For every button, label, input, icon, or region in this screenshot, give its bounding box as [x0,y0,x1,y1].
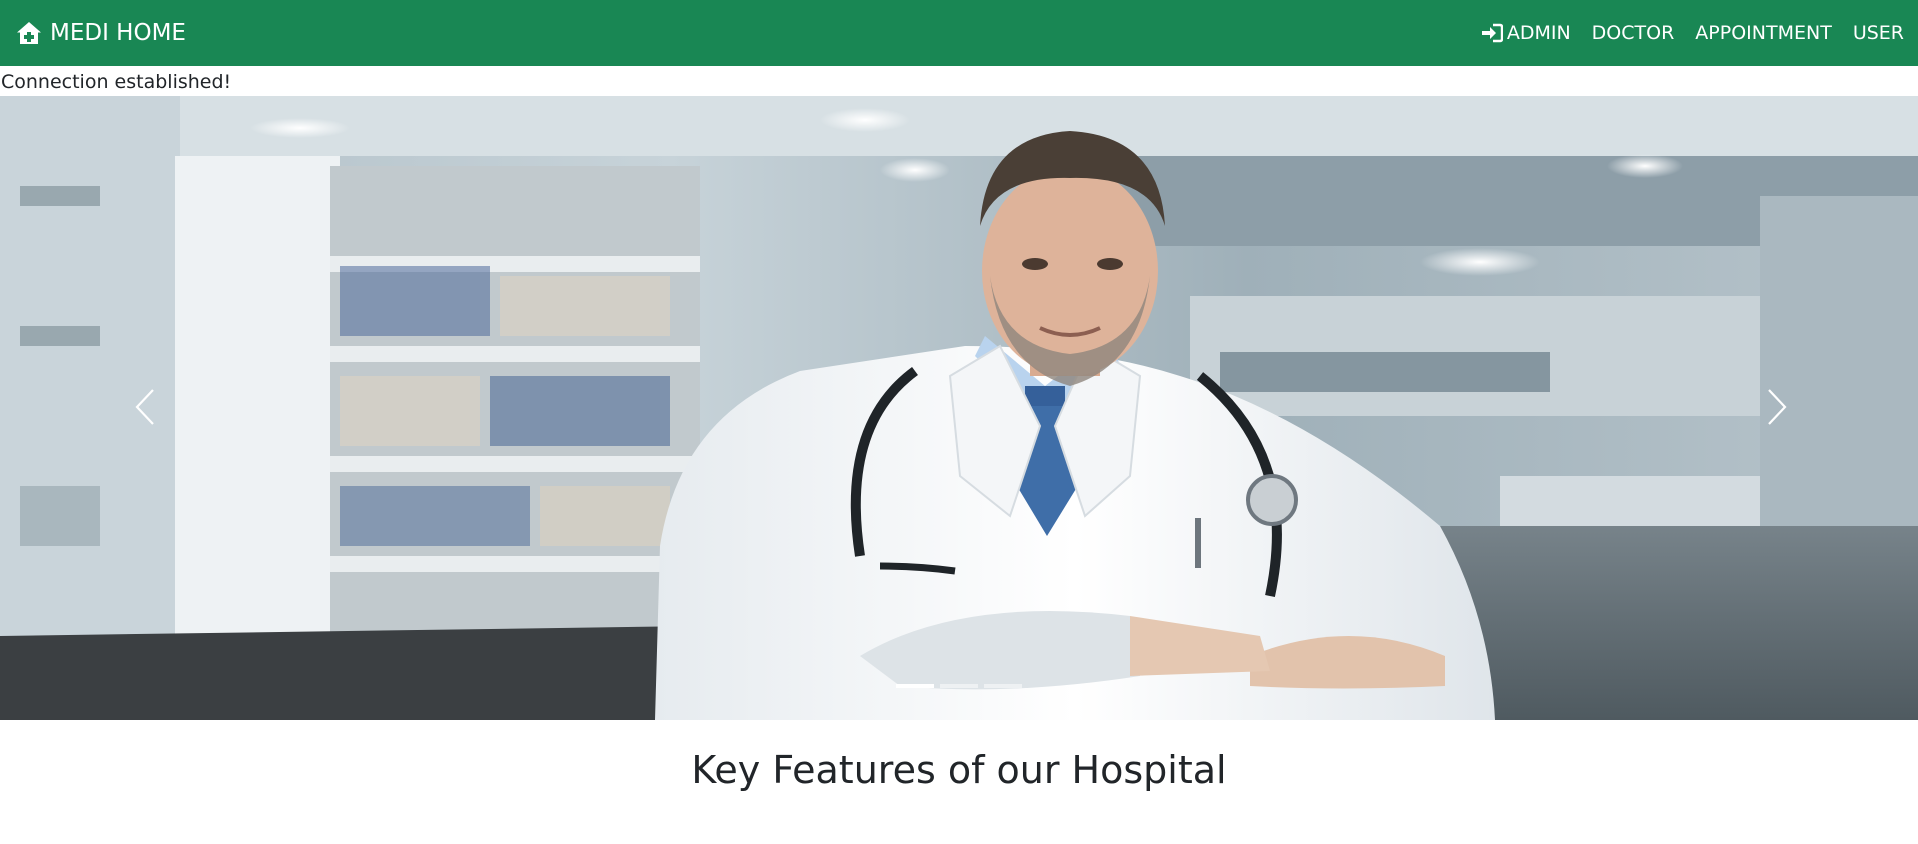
carousel-indicator-3[interactable] [984,684,1022,688]
nav-links: ADMIN DOCTOR APPOINTMENT USER [1460,22,1904,44]
nav-link-user-label: USER [1852,22,1904,44]
nav-link-doctor-label: DOCTOR [1591,22,1675,44]
chevron-right-icon [1763,387,1791,427]
carousel-indicator-2[interactable] [940,684,978,688]
brand-link[interactable]: MEDI HOME [16,20,186,46]
nav-link-appointment[interactable]: APPOINTMENT [1695,22,1832,44]
carousel-next-button[interactable] [1722,352,1832,462]
sign-in-icon [1481,23,1503,43]
house-medical-icon [16,20,42,46]
doctor-hero-image [0,96,1918,720]
connection-status-text: Connection established! [1,71,232,93]
hero-carousel [0,96,1918,720]
carousel-indicators [0,684,1918,688]
carousel-indicator-1[interactable] [896,684,934,688]
carousel-prev-button[interactable] [90,352,200,462]
nav-link-user[interactable]: USER [1853,22,1904,44]
features-heading: Key Features of our Hospital [691,748,1227,792]
navbar: MEDI HOME ADMIN DOCTOR APPOINTMENT USER [0,0,1918,66]
nav-link-appointment-label: APPOINTMENT [1695,22,1832,44]
chevron-left-icon [131,387,159,427]
brand-label: MEDI HOME [50,20,186,46]
nav-link-admin[interactable]: ADMIN [1481,22,1571,44]
nav-link-admin-label: ADMIN [1506,22,1571,44]
nav-link-doctor[interactable]: DOCTOR [1592,22,1675,44]
